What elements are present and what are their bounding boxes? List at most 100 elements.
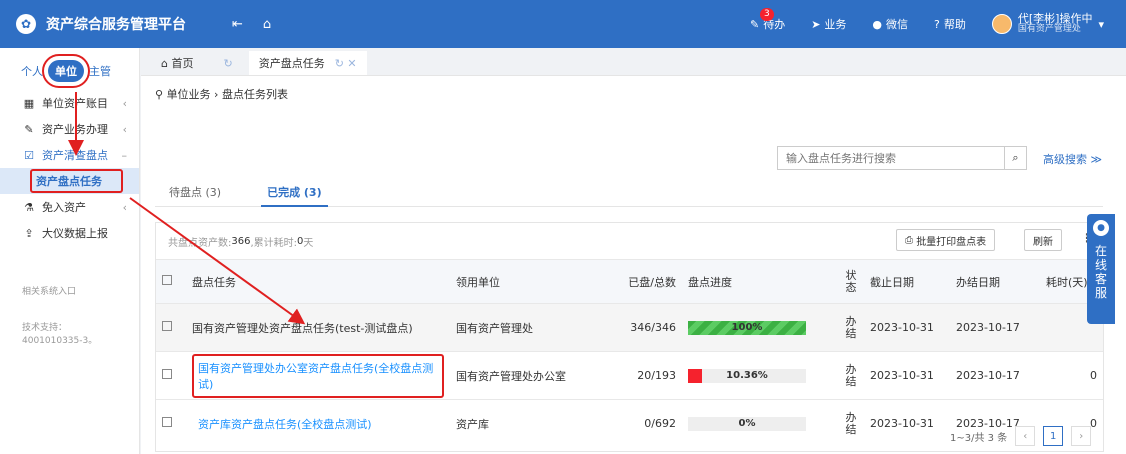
- page-1-button[interactable]: 1: [1043, 426, 1064, 446]
- search-icon[interactable]: ⌕: [1004, 147, 1026, 169]
- task-link[interactable]: 国有资产管理处办公室资产盘点任务(全校盘点测试): [192, 353, 444, 398]
- grid-icon: ▦: [23, 96, 35, 110]
- batch-print-button[interactable]: ⎙ 批量打印盘点表: [896, 229, 996, 251]
- unit-name: 国有资产管理处办公室: [450, 351, 600, 400]
- sidebar: 个人 单位 主管 ▦ 单位资产账目 ‹ ✎ 资产业务办理 ‹ ☑ 资产清查盘点 …: [0, 48, 140, 454]
- col-progress[interactable]: 盘点进度: [682, 259, 838, 304]
- status-tabs: 待盘点 (3) 已完成 (3): [155, 184, 1103, 207]
- app-title: 资产综合服务管理平台: [46, 17, 186, 33]
- row-checkbox[interactable]: [162, 369, 172, 379]
- refresh-icon[interactable]: ↻ ✕: [335, 57, 357, 70]
- role-switcher: 个人 单位 主管: [16, 54, 139, 88]
- sidebar-item-label: 单位资产账目: [42, 97, 108, 110]
- sidebar-item-asset-ledger[interactable]: ▦ 单位资产账目 ‹: [0, 90, 139, 116]
- col-finish[interactable]: 办结日期: [950, 259, 1040, 304]
- tab-pending[interactable]: 待盘点 (3): [169, 184, 221, 207]
- main-area: ⌂ 首页 ↻ 资产盘点任务 ↻ ✕ ⚲ 单位业务 › 盘点任务列表 ⌕ 高级搜索…: [141, 48, 1126, 454]
- col-unit[interactable]: 领用单位: [450, 259, 600, 304]
- business-button[interactable]: ➤ 业务: [811, 16, 846, 32]
- col-ratio[interactable]: 已盘/总数: [600, 259, 682, 304]
- task-table-panel: 共盘点资产数:366,累计耗时:0天 ⎙ 批量打印盘点表 刷新 ⋮ 盘点任务 领…: [155, 222, 1104, 452]
- ratio: 20/193: [600, 351, 682, 400]
- breadcrumb: ⚲ 单位业务 › 盘点任务列表: [155, 86, 288, 102]
- progress-bar: 0%: [688, 416, 806, 431]
- summary-unit: 天: [303, 237, 314, 249]
- progress-bar: 100%: [688, 320, 806, 335]
- tab-home-label: 首页: [171, 57, 194, 70]
- user-dept: 国有资产管理处: [1017, 24, 1081, 34]
- progress-bar: 10.36%: [688, 368, 806, 383]
- task-name[interactable]: 国有资产管理处资产盘点任务(test-测试盘点): [186, 303, 450, 352]
- logo-icon: ✿: [16, 14, 36, 34]
- tab-current-label: 资产盘点任务: [258, 57, 325, 70]
- days: 0: [1040, 351, 1103, 400]
- location-icon: ⚲: [155, 88, 164, 101]
- collapse-icon[interactable]: ⇤: [232, 17, 243, 32]
- avatar: [991, 14, 1012, 34]
- batch-print-label: 批量打印盘点表: [916, 236, 987, 248]
- prev-page-button[interactable]: ‹: [1015, 426, 1036, 446]
- user-menu[interactable]: 代[李彬]操作中 国有资产管理处 ▾: [991, 12, 1104, 35]
- chat-icon: ●: [1093, 220, 1109, 236]
- finish-date: 2023-10-17: [950, 303, 1040, 352]
- panel-toolbar: 共盘点资产数:366,累计耗时:0天 ⎙ 批量打印盘点表 刷新 ⋮: [156, 223, 1103, 259]
- sidebar-item-asset-business[interactable]: ✎ 资产业务办理 ‹: [0, 116, 139, 142]
- finish-date: 2023-10-17: [950, 351, 1040, 400]
- task-link[interactable]: 资产库资产盘点任务(全校盘点测试): [192, 418, 372, 431]
- deadline: 2023-10-31: [864, 351, 950, 400]
- pager-summary: 1~3/共 3 条: [950, 432, 1008, 444]
- pen-icon: ✎: [24, 122, 34, 136]
- deadline: 2023-10-31: [864, 399, 950, 448]
- select-all-checkbox[interactable]: [162, 275, 172, 285]
- sidebar-item-inventory-task[interactable]: 资产盘点任务: [0, 168, 139, 194]
- refresh-button[interactable]: 刷新: [1024, 229, 1062, 251]
- todo-button[interactable]: ✎ 3 待办: [750, 8, 785, 32]
- summary-mid: ,累计耗时:: [250, 237, 298, 249]
- role-tab-unit[interactable]: 单位: [42, 54, 90, 88]
- check-icon: ☑: [24, 148, 34, 162]
- tab-home[interactable]: ⌂ 首页 ↻: [151, 51, 243, 75]
- task-table: 盘点任务 领用单位 已盘/总数 盘点进度 状态 截止日期 办结日期 耗时(天) …: [156, 259, 1103, 448]
- wechat-icon: ●: [872, 17, 883, 31]
- search-input[interactable]: [778, 147, 1004, 169]
- online-service-button[interactable]: ● 在线客服: [1087, 214, 1115, 324]
- role-tab-personal[interactable]: 个人: [16, 60, 48, 82]
- summary-prefix: 共盘点资产数:: [168, 237, 232, 249]
- help-button[interactable]: ? 帮助: [934, 16, 966, 32]
- tab-done[interactable]: 已完成 (3): [261, 184, 328, 207]
- home-icon[interactable]: ⌂: [263, 17, 271, 32]
- progress-text: 100%: [731, 322, 763, 333]
- col-status[interactable]: 状态: [838, 259, 864, 304]
- wechat-button[interactable]: ● 微信: [872, 16, 908, 32]
- unit-name: 资产库: [450, 399, 600, 448]
- table-header-row: 盘点任务 领用单位 已盘/总数 盘点进度 状态 截止日期 办结日期 耗时(天): [156, 259, 1103, 304]
- help-icon: ?: [934, 17, 940, 31]
- next-page-button[interactable]: ›: [1071, 426, 1092, 446]
- wechat-label: 微信: [886, 18, 909, 31]
- row-checkbox[interactable]: [162, 321, 172, 331]
- table-row[interactable]: 国有资产管理处办公室资产盘点任务(全校盘点测试) 国有资产管理处办公室 20/1…: [156, 351, 1103, 400]
- refresh-icon[interactable]: ↻: [223, 57, 232, 70]
- table-row[interactable]: 国有资产管理处资产盘点任务(test-测试盘点) 国有资产管理处 346/346…: [156, 303, 1103, 352]
- row-checkbox[interactable]: [162, 417, 172, 428]
- col-deadline[interactable]: 截止日期: [864, 259, 950, 304]
- deadline: 2023-10-31: [864, 303, 950, 352]
- tab-inventory-task[interactable]: 资产盘点任务 ↻ ✕: [248, 51, 367, 75]
- advanced-search-link[interactable]: 高级搜索 ≫: [1043, 151, 1102, 167]
- user-name: 代[李彬]操作中: [1017, 12, 1093, 25]
- related-systems-link[interactable]: 相关系统入口: [22, 286, 76, 299]
- home-icon: ⌂: [161, 57, 168, 70]
- sidebar-item-label: 资产业务办理: [42, 123, 108, 136]
- sidebar-item-exempt-assets[interactable]: ⚗ 免入资产 ‹: [0, 194, 139, 220]
- sidebar-item-label: 资产清查盘点: [42, 149, 108, 162]
- summary-count: 366: [231, 235, 251, 247]
- send-icon: ➤: [811, 17, 821, 31]
- chevron-left-icon: ‹: [122, 122, 127, 136]
- sidebar-item-asset-inventory[interactable]: ☑ 资产清查盘点 –: [0, 142, 139, 168]
- status: 办结: [838, 399, 864, 448]
- col-task[interactable]: 盘点任务: [186, 259, 450, 304]
- role-tab-supervisor[interactable]: 主管: [84, 60, 116, 82]
- help-label: 帮助: [943, 18, 966, 31]
- tech-support: 技术支持：4001010335-3。: [22, 323, 98, 346]
- sidebar-item-instrument-report[interactable]: ⇪ 大仪数据上报: [0, 220, 139, 246]
